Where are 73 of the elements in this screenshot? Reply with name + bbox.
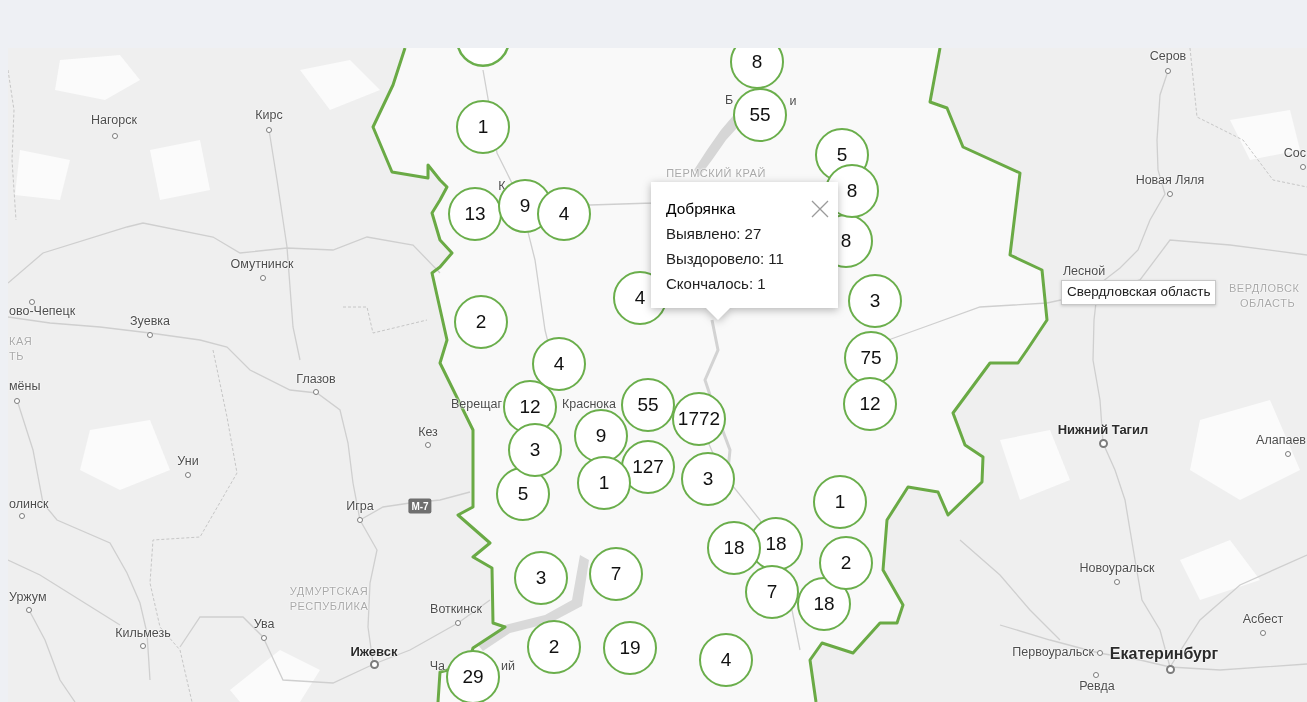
region-name: ТЬ <box>9 349 24 363</box>
place-name: Ува <box>253 618 275 632</box>
town-marker-icon <box>1300 164 1306 170</box>
place-name: Сос <box>1283 147 1306 161</box>
place-name: Асбест <box>1242 613 1284 627</box>
place-name: Ижевск <box>350 644 398 660</box>
place-name: Нижний Тагил <box>1057 422 1149 438</box>
place-name: Кирс <box>255 109 283 123</box>
place-name: Алапаев <box>1256 434 1306 448</box>
place-name: Лесной <box>1062 265 1106 279</box>
place-name: Новоуральск <box>1079 562 1155 576</box>
town-marker-icon <box>313 389 319 395</box>
town-marker-icon <box>1260 630 1266 636</box>
place-name: ово-Чепецк <box>9 305 76 319</box>
town-marker-icon <box>29 299 35 305</box>
place-name: Б <box>724 94 734 108</box>
town-marker-icon <box>1165 664 1175 674</box>
town-marker-icon <box>261 635 267 641</box>
place-name: и <box>789 95 797 109</box>
region-name: ВЕРДЛОВСК <box>1229 281 1300 295</box>
place-name: Нагорск <box>91 114 137 128</box>
town-marker-icon <box>14 398 20 404</box>
place-name: ий <box>501 660 515 674</box>
place-name: Омутнинск <box>230 258 294 272</box>
highway-sign: М-7 <box>408 498 432 514</box>
region-tooltip: Свердловская область <box>1061 280 1217 305</box>
town-marker-icon <box>112 133 118 139</box>
place-name: Кез <box>418 426 438 440</box>
town-marker-icon <box>425 442 431 448</box>
town-marker-icon <box>1114 579 1120 585</box>
close-button[interactable] <box>811 199 829 218</box>
place-name: Игра <box>346 500 374 514</box>
town-marker-icon <box>1098 438 1108 448</box>
place-name: Краснока <box>562 398 616 412</box>
close-icon <box>811 199 829 218</box>
town-marker-icon <box>266 127 272 133</box>
region-name: КАЯ <box>9 334 33 348</box>
town-marker-icon <box>147 332 153 338</box>
place-name: Кильмезь <box>115 627 171 641</box>
popup-stat-line: Выздоровело: 11 <box>666 249 785 269</box>
town-marker-icon <box>1093 672 1099 678</box>
place-name: Уржум <box>9 591 47 605</box>
region-name: ПЕРМСКИЙ КРАЙ <box>666 166 766 180</box>
place-name: Новая Ляля <box>1135 174 1205 188</box>
region-name: ОБЛАСТЬ <box>1240 296 1296 310</box>
place-name: Глазов <box>296 373 336 387</box>
town-marker-icon <box>26 607 32 613</box>
town-marker-icon <box>369 659 379 669</box>
place-name: Ча <box>429 660 445 674</box>
town-marker-icon <box>19 513 25 519</box>
place-name: Зуевка <box>130 315 170 329</box>
place-name: мёны <box>9 380 41 394</box>
popup-stat-line: Скончалось: 1 <box>666 274 767 294</box>
town-marker-icon <box>455 620 461 626</box>
place-name: Серов <box>1149 50 1187 64</box>
town-marker-icon <box>1097 650 1103 656</box>
popup-stat-line: Выявлено: 27 <box>666 224 763 244</box>
popup-title: Добрянка <box>666 199 736 219</box>
town-marker-icon <box>1285 451 1291 457</box>
town-marker-icon <box>260 275 266 281</box>
region-name: РЕСПУБЛИКА <box>289 599 369 613</box>
place-name: Первоуральск <box>1012 646 1094 660</box>
place-name: Воткинск <box>430 603 482 617</box>
town-marker-icon <box>140 643 146 649</box>
town-marker-icon <box>1165 68 1171 74</box>
place-name: олинск <box>9 498 49 512</box>
region-name: УДМУРТСКАЯ <box>289 584 369 598</box>
place-name: Ревда <box>1079 680 1115 694</box>
place-name: Уни <box>177 455 199 469</box>
place-name: Екатеринбург <box>1109 645 1219 663</box>
town-marker-icon <box>185 472 191 478</box>
town-marker-icon <box>1167 191 1173 197</box>
town-marker-icon <box>357 517 363 523</box>
